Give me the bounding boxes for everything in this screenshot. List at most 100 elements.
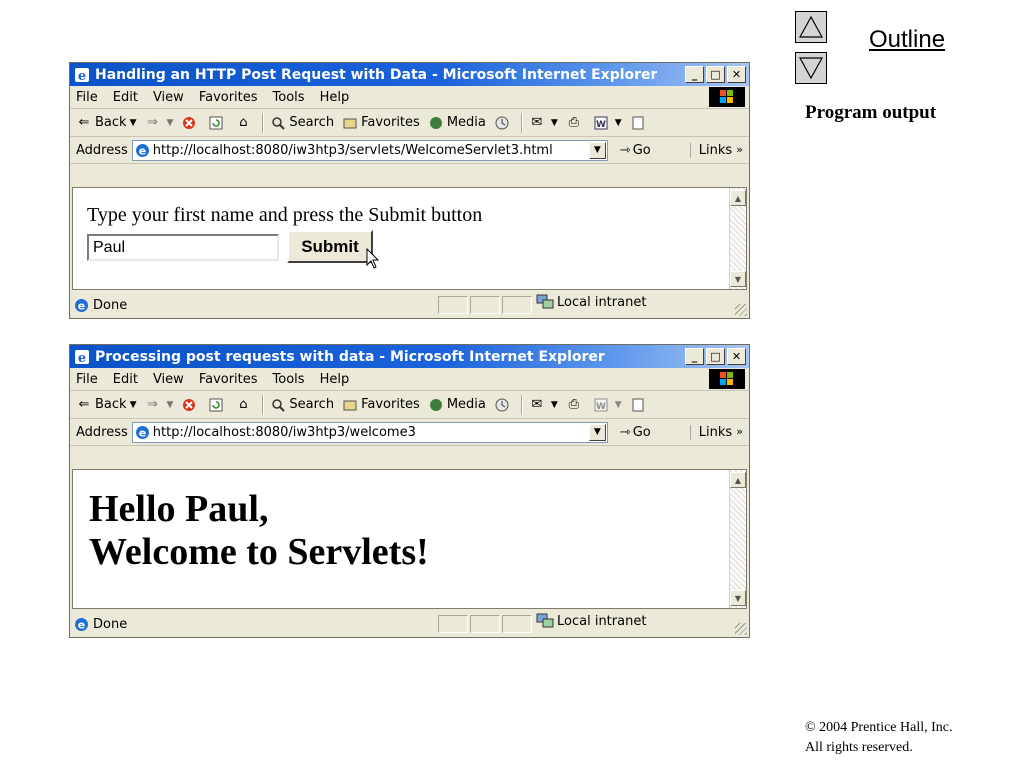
- stop-icon: [181, 397, 197, 413]
- links-button[interactable]: Links »: [689, 142, 749, 158]
- menu-view[interactable]: View: [153, 372, 184, 387]
- favorites-button[interactable]: Favorites: [342, 397, 420, 413]
- print-icon: ⎙: [568, 115, 579, 130]
- maximize-button[interactable]: □: [706, 66, 725, 83]
- refresh-icon: [208, 115, 224, 131]
- address-url: http://localhost:8080/iw3htp3/welcome3: [152, 424, 416, 440]
- menu-favorites[interactable]: Favorites: [199, 372, 258, 387]
- go-button[interactable]: ⇾ Go: [620, 143, 651, 158]
- scroll-up-icon[interactable]: ▲: [730, 472, 746, 488]
- toolbar-divider: [262, 112, 265, 133]
- stop-icon: [181, 115, 197, 131]
- outline-link[interactable]: Outline: [869, 26, 945, 54]
- address-url: http://localhost:8080/iw3htp3/servlets/W…: [152, 142, 553, 158]
- minimize-button[interactable]: _: [685, 66, 704, 83]
- media-icon: [428, 115, 444, 131]
- edit-button[interactable]: W ▼: [593, 115, 622, 131]
- menu-view[interactable]: View: [153, 90, 184, 105]
- toolbar-divider: [520, 112, 523, 133]
- menu-edit[interactable]: Edit: [113, 372, 138, 387]
- title-bar[interactable]: e Handling an HTTP Post Request with Dat…: [70, 63, 749, 86]
- refresh-button[interactable]: [208, 115, 227, 131]
- refresh-button[interactable]: [208, 397, 227, 413]
- vertical-scrollbar[interactable]: ▲ ▼: [729, 188, 746, 289]
- home-button[interactable]: ⌂: [235, 115, 254, 131]
- history-button[interactable]: [494, 115, 513, 131]
- discuss-button[interactable]: [630, 115, 649, 131]
- menu-edit[interactable]: Edit: [113, 90, 138, 105]
- menu-favorites[interactable]: Favorites: [199, 90, 258, 105]
- scroll-down-icon[interactable]: ▼: [730, 590, 746, 606]
- scroll-up-icon[interactable]: ▲: [730, 190, 746, 206]
- page-icon: e: [135, 425, 150, 440]
- stop-button[interactable]: [181, 115, 200, 131]
- menu-bar: File Edit View Favorites Tools Help: [70, 86, 749, 109]
- menu-help[interactable]: Help: [320, 372, 350, 387]
- edit-button[interactable]: W ▼: [593, 397, 622, 413]
- address-dropdown-icon[interactable]: ▼: [588, 423, 606, 441]
- menu-file[interactable]: File: [76, 372, 98, 387]
- favorites-button[interactable]: Favorites: [342, 115, 420, 131]
- home-icon: ⌂: [239, 397, 248, 412]
- menu-file[interactable]: File: [76, 90, 98, 105]
- submit-button[interactable]: Submit: [287, 230, 373, 263]
- menu-tools[interactable]: Tools: [273, 90, 305, 105]
- links-button[interactable]: Links »: [689, 424, 749, 440]
- back-button[interactable]: ⇐ Back ▼: [76, 115, 137, 131]
- page-icon: e: [135, 143, 150, 158]
- address-input[interactable]: e http://localhost:8080/iw3htp3/servlets…: [131, 139, 608, 161]
- address-label: Address: [76, 424, 128, 440]
- home-button[interactable]: ⌂: [235, 397, 254, 413]
- close-button[interactable]: ✕: [727, 348, 746, 365]
- edit-dropdown-icon[interactable]: ▼: [615, 118, 622, 128]
- mail-button[interactable]: ✉ ▼: [529, 397, 558, 413]
- windows-logo-icon: [709, 369, 745, 389]
- discuss-button[interactable]: [630, 397, 649, 413]
- mail-button[interactable]: ✉ ▼: [529, 115, 558, 131]
- address-input[interactable]: e http://localhost:8080/iw3htp3/welcome3…: [131, 421, 608, 443]
- word-edit-icon: W: [593, 397, 609, 413]
- next-slide-button[interactable]: [795, 52, 827, 84]
- first-name-input[interactable]: [87, 234, 279, 261]
- close-button[interactable]: ✕: [727, 66, 746, 83]
- maximize-button[interactable]: □: [706, 348, 725, 365]
- status-text: Done: [93, 616, 128, 632]
- word-edit-icon: W: [593, 115, 609, 131]
- print-button[interactable]: ⎙: [566, 397, 585, 413]
- back-button[interactable]: ⇐ Back ▼: [76, 397, 137, 413]
- previous-slide-button[interactable]: [795, 11, 827, 43]
- menu-help[interactable]: Help: [320, 90, 350, 105]
- resize-grip-icon[interactable]: [735, 623, 747, 635]
- status-pane: [502, 296, 532, 314]
- forward-button[interactable]: ⇒ ▼: [144, 397, 173, 413]
- mail-dropdown-icon[interactable]: ▼: [551, 400, 558, 410]
- scroll-down-icon[interactable]: ▼: [730, 271, 746, 287]
- title-bar[interactable]: e Processing post requests with data - M…: [70, 345, 749, 368]
- minimize-button[interactable]: _: [685, 348, 704, 365]
- history-button[interactable]: [494, 397, 513, 413]
- svg-text:e: e: [78, 299, 85, 312]
- media-button[interactable]: Media: [428, 115, 486, 131]
- forward-dropdown-icon[interactable]: ▼: [166, 118, 173, 128]
- address-dropdown-icon[interactable]: ▼: [588, 141, 606, 159]
- print-button[interactable]: ⎙: [566, 115, 585, 131]
- go-button[interactable]: ⇾ Go: [620, 425, 651, 440]
- triangle-up-icon: [798, 15, 824, 38]
- forward-dropdown-icon[interactable]: ▼: [166, 400, 173, 410]
- vertical-scrollbar[interactable]: ▲ ▼: [729, 470, 746, 608]
- search-button[interactable]: Search: [270, 397, 334, 413]
- back-arrow-icon: ⇐: [78, 115, 90, 130]
- status-text: Done: [93, 297, 128, 313]
- security-zone: Local intranet: [536, 294, 646, 310]
- search-button[interactable]: Search: [270, 115, 334, 131]
- forward-button[interactable]: ⇒ ▼: [144, 115, 173, 131]
- menu-tools[interactable]: Tools: [273, 372, 305, 387]
- back-dropdown-icon[interactable]: ▼: [130, 118, 137, 128]
- mail-dropdown-icon[interactable]: ▼: [551, 118, 558, 128]
- media-button[interactable]: Media: [428, 397, 486, 413]
- stop-button[interactable]: [181, 397, 200, 413]
- edit-dropdown-icon[interactable]: ▼: [615, 400, 622, 410]
- back-dropdown-icon[interactable]: ▼: [130, 400, 137, 410]
- resize-grip-icon[interactable]: [735, 304, 747, 316]
- favorites-icon: [342, 397, 358, 413]
